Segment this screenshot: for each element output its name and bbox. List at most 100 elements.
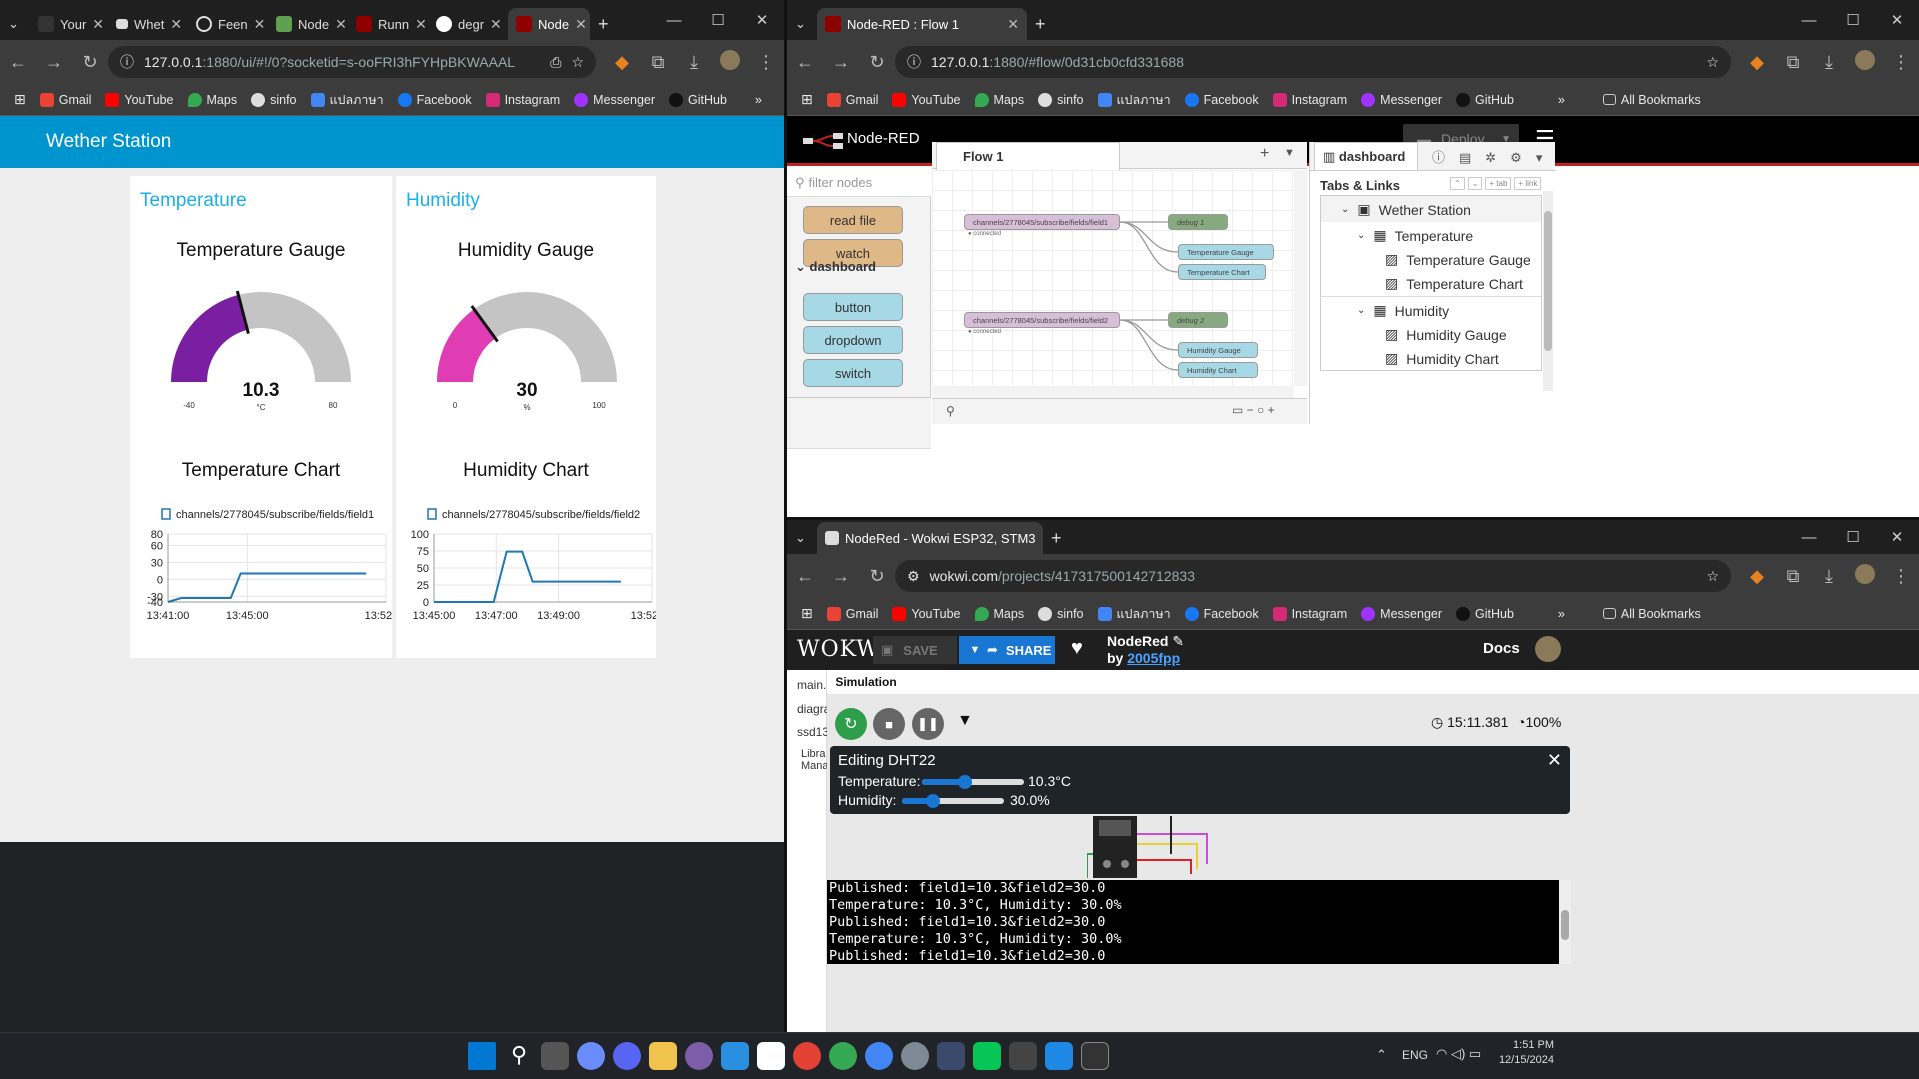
line-icon[interactable] xyxy=(973,1042,1001,1070)
flow-canvas[interactable]: channels/2778045/subscribe/fields/field1… xyxy=(932,170,1294,386)
bookmark-instagram[interactable]: Instagram xyxy=(1272,92,1347,107)
star-icon[interactable]: ☆ xyxy=(1706,54,1719,71)
file-ssd1306[interactable]: ssd13 xyxy=(797,725,829,739)
edit-icon[interactable]: ✎ xyxy=(1172,633,1184,649)
bookmark-instagram[interactable]: Instagram xyxy=(485,92,560,107)
bookmark-sinfo[interactable]: sinfo xyxy=(251,92,297,107)
all-bookmarks[interactable]: All Bookmarks xyxy=(1602,607,1701,621)
pause-simulation-button[interactable]: ❚❚ xyxy=(912,708,944,740)
palette-node-switch[interactable]: switch xyxy=(803,359,903,387)
bookmarks-overflow[interactable]: » xyxy=(1558,93,1565,107)
tree-group-humidity[interactable]: ⌄ ▦ Humidity xyxy=(1357,302,1449,319)
bookmark-messenger[interactable]: Messenger xyxy=(1361,92,1442,107)
tree-tab-wether-station[interactable]: ⌄ ▣ Wether Station xyxy=(1341,201,1471,218)
reload-icon[interactable]: ↻ xyxy=(859,566,895,587)
palette-node-dropdown[interactable]: dropdown xyxy=(803,326,903,354)
maximize-button[interactable]: ☐ xyxy=(1831,528,1875,546)
forward-icon[interactable]: → xyxy=(823,566,859,587)
close-window-button[interactable]: ✕ xyxy=(740,11,784,29)
back-icon[interactable]: ← xyxy=(787,52,823,73)
bookmark-gmail[interactable]: Gmail xyxy=(39,92,91,107)
tab-list-button[interactable]: ⌄ xyxy=(787,522,817,554)
download-icon[interactable]: ⤓ xyxy=(1811,566,1847,587)
serial-scrollbar[interactable] xyxy=(1559,880,1571,964)
author-link[interactable]: 2005fpp xyxy=(1127,650,1180,666)
add-tab-button[interactable]: + tab xyxy=(1485,177,1512,190)
temperature-slider-thumb[interactable] xyxy=(957,775,972,789)
close-icon[interactable]: ✕ xyxy=(170,16,182,33)
stop-simulation-button[interactable]: ■ xyxy=(873,708,905,740)
apps-icon[interactable]: ⊞ xyxy=(801,605,813,622)
github-desktop-icon[interactable] xyxy=(685,1042,713,1070)
bookmark-maps[interactable]: Maps xyxy=(187,92,237,107)
project-name[interactable]: NodeRed ✎ xyxy=(1107,633,1184,650)
maximize-button[interactable]: ☐ xyxy=(696,11,740,29)
address-bar[interactable]: ⓘ 127.0.0.1:1880/ui/#!/0?socketid=s-ooFR… xyxy=(108,46,596,78)
bookmark-sinfo[interactable]: sinfo xyxy=(1038,606,1084,621)
close-icon[interactable]: ✕ xyxy=(335,16,347,33)
apps-icon[interactable]: ⊞ xyxy=(801,91,813,108)
bookmark-gmail[interactable]: Gmail xyxy=(826,92,878,107)
vscode-icon[interactable] xyxy=(721,1042,749,1070)
back-icon[interactable]: ← xyxy=(787,566,823,587)
capcut-icon[interactable] xyxy=(1009,1042,1037,1070)
file-diagram[interactable]: diagra xyxy=(797,702,830,716)
notepad-icon[interactable] xyxy=(1045,1042,1073,1070)
maximize-button[interactable]: ☐ xyxy=(1831,11,1875,29)
site-info-icon[interactable]: ⓘ xyxy=(120,52,134,72)
tray-overflow-icon[interactable]: ⌃ xyxy=(1376,1047,1387,1063)
restart-simulation-button[interactable]: ↻ xyxy=(835,708,867,740)
site-info-icon[interactable]: ⚙ xyxy=(907,568,920,585)
browser-tab-active[interactable]: Node-RED : Flow 1 ✕ xyxy=(817,8,1027,40)
bookmark-sinfo[interactable]: sinfo xyxy=(1038,92,1084,107)
clock-time[interactable]: 1:51 PM xyxy=(1512,1039,1554,1051)
extensions-icon[interactable]: ⧉ xyxy=(640,52,676,73)
star-icon[interactable]: ☆ xyxy=(571,54,584,71)
library-manager-tab[interactable]: Libra Mana xyxy=(801,748,829,772)
profile-avatar[interactable] xyxy=(1847,563,1883,589)
reload-icon[interactable]: ↻ xyxy=(72,52,108,73)
debug-node-2[interactable]: debug 2 xyxy=(1168,312,1228,328)
humidity-slider[interactable] xyxy=(902,794,1004,808)
filter-nodes-input[interactable]: ⚲ filter nodes xyxy=(787,169,931,197)
collapse-icon[interactable]: ⌃ xyxy=(1450,177,1465,190)
menu-icon[interactable]: ⋮ xyxy=(748,52,784,73)
browser-tab-active[interactable]: NodeRed - Wokwi ESP32, STM3✕ xyxy=(817,522,1043,554)
ui-gauge-node-humidity[interactable]: Humidity Gauge xyxy=(1178,342,1258,358)
ui-gauge-node-temperature[interactable]: Temperature Gauge xyxy=(1178,244,1274,260)
back-icon[interactable]: ← xyxy=(0,52,36,73)
file-explorer-icon[interactable] xyxy=(649,1042,677,1070)
bookmarks-overflow[interactable]: » xyxy=(1558,607,1565,621)
mqtt-in-node-field2[interactable]: channels/2778045/subscribe/fields/field2 xyxy=(964,312,1120,328)
search-icon[interactable]: ⚲ xyxy=(505,1042,533,1070)
tab-flow-1[interactable]: Flow 1 xyxy=(936,142,1120,170)
browser-tab[interactable]: degr ✕ xyxy=(428,8,508,40)
docs-link[interactable]: Docs xyxy=(1483,640,1520,657)
tab-list-button[interactable]: ⌄ xyxy=(0,8,30,40)
bookmark-maps[interactable]: Maps xyxy=(974,606,1024,621)
download-icon[interactable]: ⤓ xyxy=(1811,52,1847,73)
bookmark-facebook[interactable]: Facebook xyxy=(397,92,472,107)
metamask-icon[interactable]: ◆ xyxy=(604,52,640,73)
tree-widget-temperature-chart[interactable]: ▨ Temperature Chart xyxy=(1385,275,1523,292)
menu-icon[interactable]: ⋮ xyxy=(1883,52,1919,73)
bookmark-translate[interactable]: แปลภาษา xyxy=(310,90,384,110)
bookmark-instagram[interactable]: Instagram xyxy=(1272,606,1347,621)
bookmark-facebook[interactable]: Facebook xyxy=(1184,92,1259,107)
new-tab-button[interactable]: + xyxy=(1043,522,1073,554)
close-icon[interactable]: ✕ xyxy=(490,16,502,33)
close-window-button[interactable]: ✕ xyxy=(1875,11,1919,29)
add-flow-icon[interactable]: + xyxy=(1260,145,1269,163)
settings-icon[interactable] xyxy=(901,1042,929,1070)
bookmark-translate[interactable]: แปลภาษา xyxy=(1097,90,1171,110)
chrome-icon[interactable] xyxy=(793,1042,821,1070)
browser-tab[interactable]: Your ✕ xyxy=(30,8,108,40)
extensions-icon[interactable]: ⧉ xyxy=(1775,566,1811,587)
minimize-button[interactable]: — xyxy=(1787,12,1831,29)
address-bar[interactable]: ⓘ 127.0.0.1:1880/#flow/0d31cb0cfd331688 … xyxy=(895,46,1731,78)
close-icon[interactable]: ✕ xyxy=(254,16,266,33)
zoom-controls[interactable]: ▭ − ○ + xyxy=(1232,403,1275,417)
extensions-icon[interactable]: ⧉ xyxy=(1775,52,1811,73)
forward-icon[interactable]: → xyxy=(36,52,72,73)
bookmark-youtube[interactable]: YouTube xyxy=(105,92,174,107)
